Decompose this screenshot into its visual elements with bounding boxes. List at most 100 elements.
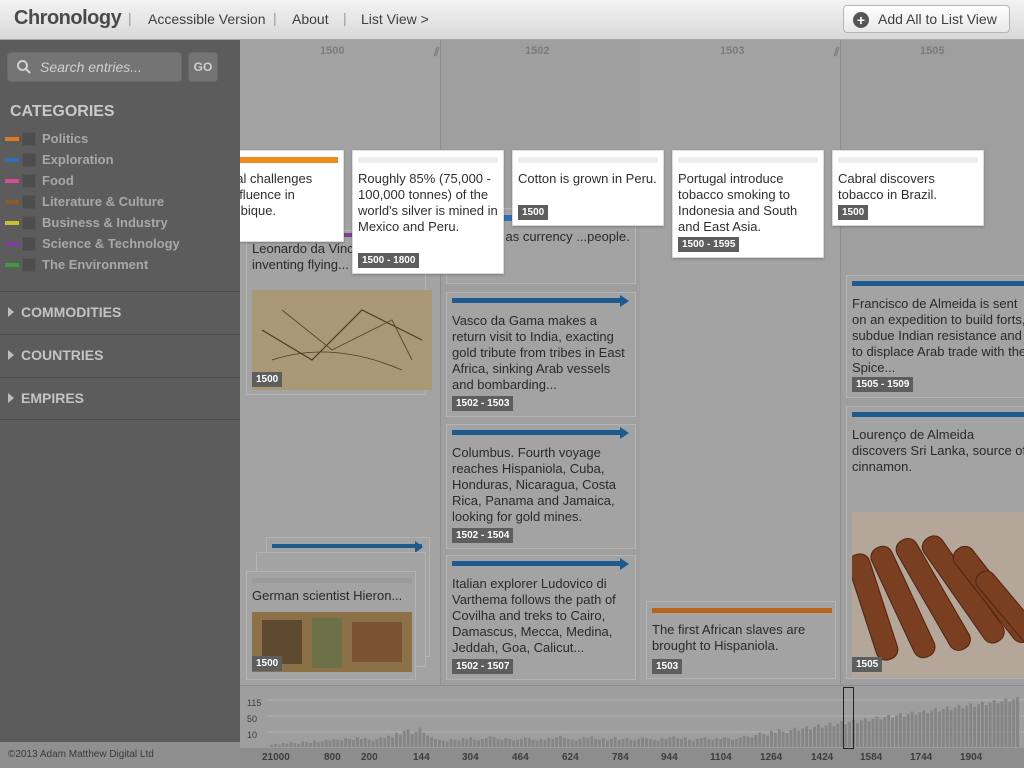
histogram-bar [348, 738, 352, 747]
timeline-navigator[interactable]: 115 50 10 21000 800 200 144 304 464 624 … [240, 685, 1024, 768]
histogram-bar [801, 728, 805, 747]
histogram-bar [434, 738, 437, 747]
histogram-bar [383, 738, 387, 747]
category-politics[interactable]: Politics [5, 131, 235, 149]
histogram-x-tick: 304 [462, 752, 479, 763]
histogram-bar [352, 739, 355, 747]
histogram-bar [531, 739, 535, 747]
category-checkbox[interactable] [22, 132, 36, 146]
card-text: German scientist Hieron... [252, 588, 403, 603]
app-logo[interactable]: Chronology [14, 7, 122, 30]
search-input[interactable] [40, 57, 178, 77]
go-button[interactable]: GO [188, 52, 218, 82]
histogram-bar [1000, 701, 1004, 747]
histogram-bar [945, 706, 949, 747]
category-checkbox[interactable] [22, 174, 36, 188]
search-box[interactable] [7, 52, 182, 82]
category-color-swatch [5, 137, 19, 141]
category-exploration[interactable]: Exploration [5, 152, 235, 170]
section-commodities[interactable]: COMMODITIES [0, 291, 240, 334]
category-literature-culture[interactable]: Literature & Culture [5, 194, 235, 212]
histogram-bar [598, 739, 602, 747]
histogram-bar [437, 739, 441, 747]
histogram-bar [586, 738, 590, 747]
histogram-bar [574, 740, 578, 747]
expand-triangle-icon [8, 307, 14, 317]
histogram-bar [523, 737, 527, 747]
histogram-bar [953, 707, 957, 747]
histogram-bar [613, 737, 617, 747]
section-empires[interactable]: EMPIRES [0, 377, 240, 420]
nav-list-view[interactable]: List View > [361, 11, 429, 27]
nav-about[interactable]: About [292, 11, 329, 27]
histogram-bar [805, 726, 809, 747]
highlighted-card[interactable]: Cabral discovers tobacco in Brazil. 1500 [832, 150, 984, 226]
histogram-bar [516, 739, 519, 747]
histogram-bar [336, 739, 340, 747]
year-label: 1500 [320, 45, 345, 57]
highlighted-card[interactable]: Roughly 85% (75,000 - 100,000 tonnes) of… [352, 150, 504, 274]
section-countries[interactable]: COUNTRIES [0, 334, 240, 377]
category-bar [838, 157, 978, 163]
timeline-card[interactable]: German scientist Hieron... 1500 [246, 571, 416, 680]
histogram-bar [980, 701, 984, 747]
category-checkbox[interactable] [22, 237, 36, 251]
category-checkbox[interactable] [22, 216, 36, 230]
timeline-card[interactable]: Lourenço de Almeida discovers Sri Lanka,… [846, 406, 1024, 679]
category-checkbox[interactable] [22, 195, 36, 209]
entry-count-histogram [268, 697, 1024, 747]
category-color-swatch [5, 158, 19, 162]
timeline-card[interactable]: The first African slaves are brought to … [646, 601, 836, 679]
histogram-bar [707, 738, 711, 747]
timeline-card[interactable]: Columbus. Fourth voyage reaches Hispanio… [446, 424, 636, 549]
timeline-area[interactable]: ⫽ ⫽ 1500 1502 1503 1505 Leonardo da Vinc… [240, 40, 1024, 685]
timeline-card[interactable]: Italian explorer Ludovico di Varthema fo… [446, 555, 636, 680]
highlighted-card[interactable]: Portugal introduce tobacco smoking to In… [672, 150, 824, 258]
histogram-bar [695, 738, 699, 747]
histogram-bar [539, 738, 543, 747]
add-all-to-list-view-button[interactable]: + Add All to List View [843, 5, 1010, 33]
category-bar [852, 412, 1024, 417]
histogram-bar [602, 738, 605, 747]
card-date: 1500 [252, 656, 283, 671]
histogram-bar [961, 708, 965, 747]
category-bar [852, 281, 1024, 286]
section-label: COMMODITIES [21, 304, 122, 320]
highlighted-card[interactable]: Portugal challenges Arab influence in Mo… [240, 150, 344, 242]
year-column [640, 40, 840, 685]
timeline-card[interactable]: Vasco da Gama makes a return visit to In… [446, 292, 636, 417]
histogram-bar [492, 737, 496, 747]
cinnamon-sticks-image [852, 512, 1024, 677]
timeline-card[interactable]: Francisco de Almeida is sent on an exped… [846, 275, 1024, 398]
card-date: 1502 - 1503 [452, 396, 514, 411]
nav-accessible-version[interactable]: Accessible Version [148, 11, 266, 27]
category-food[interactable]: Food [5, 173, 235, 191]
histogram-x-tick: 1424 [811, 752, 834, 763]
histogram-bar [578, 738, 582, 747]
category-environment[interactable]: The Environment [5, 257, 235, 275]
histogram-bar [1004, 698, 1008, 747]
histogram-bar [512, 740, 516, 747]
category-checkbox[interactable] [22, 258, 36, 272]
category-bar [452, 298, 624, 303]
histogram-x-tick: 464 [512, 752, 529, 763]
histogram-bar [965, 705, 969, 747]
category-business-industry[interactable]: Business & Industry [5, 215, 235, 233]
histogram-bar [473, 739, 477, 747]
histogram-bar [984, 705, 988, 747]
category-science-technology[interactable]: Science & Technology [5, 236, 235, 254]
histogram-bar [715, 738, 719, 747]
navigator-selection-window[interactable] [843, 687, 854, 749]
category-bar [358, 157, 498, 163]
card-date: 1505 - 1509 [852, 377, 914, 392]
histogram-bar [711, 739, 715, 747]
histogram-bar [766, 735, 769, 747]
expand-triangle-icon [8, 393, 14, 403]
histogram-bar [957, 705, 961, 747]
card-date: 1502 - 1507 [452, 659, 514, 674]
highlighted-card[interactable]: Cotton is grown in Peru. 1500 [512, 150, 664, 226]
histogram-bar [738, 737, 742, 747]
histogram-bar [750, 737, 754, 747]
category-checkbox[interactable] [22, 153, 36, 167]
histogram-bar [832, 726, 836, 747]
